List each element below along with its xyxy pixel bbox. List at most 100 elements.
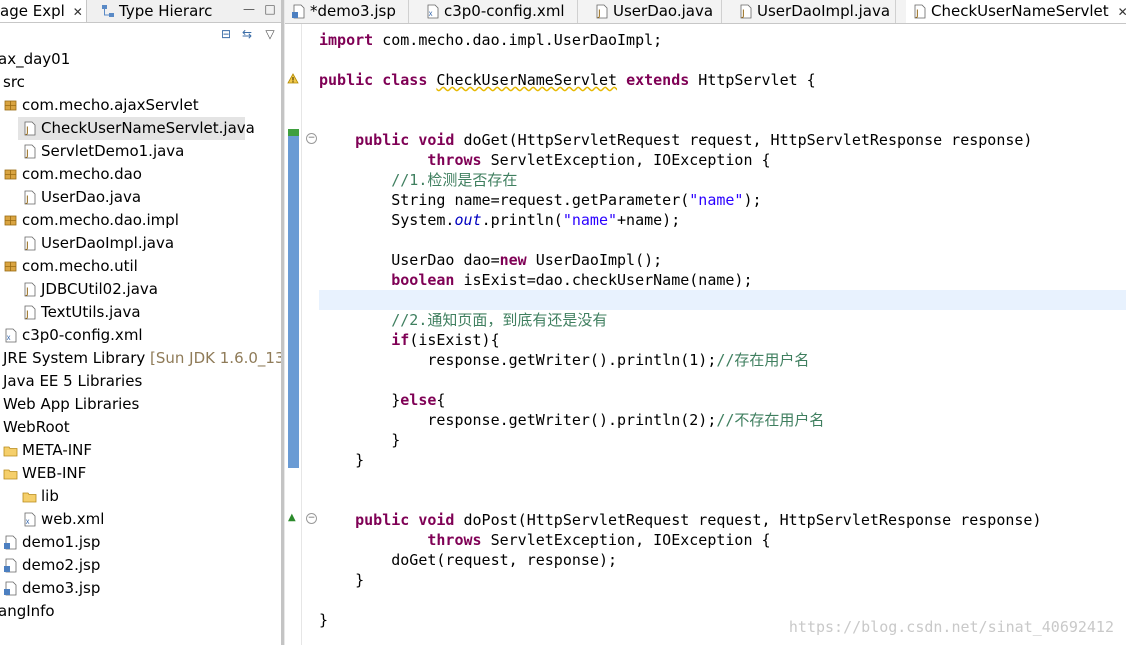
tree-item[interactable]: WEB-INF bbox=[0, 462, 281, 485]
close-icon[interactable]: ✕ bbox=[1118, 5, 1126, 19]
code-line[interactable]: if(isExist){ bbox=[319, 330, 1126, 350]
view-menu-icon[interactable]: ▽ bbox=[262, 27, 278, 41]
code-area[interactable]: import com.mecho.dao.impl.UserDaoImpl; pu… bbox=[319, 24, 1126, 645]
tree-item[interactable]: WebRoot bbox=[0, 416, 281, 439]
tree-item-label: angInfo bbox=[0, 602, 55, 620]
xml-file-icon: X bbox=[427, 4, 439, 19]
code-line[interactable]: import com.mecho.dao.impl.UserDaoImpl; bbox=[319, 30, 1126, 50]
code-line[interactable]: throws ServletException, IOException { bbox=[319, 530, 1126, 550]
tree-item[interactable]: src bbox=[0, 71, 281, 94]
java-file-icon: J bbox=[24, 282, 36, 297]
tree-item[interactable]: demo3.jsp bbox=[0, 577, 281, 600]
code-line[interactable]: public void doGet(HttpServletRequest req… bbox=[319, 130, 1126, 150]
tree-item[interactable]: J UserDaoImpl.java bbox=[0, 232, 281, 255]
code-line[interactable]: } bbox=[319, 570, 1126, 590]
tree-item[interactable]: com.mecho.util bbox=[0, 255, 281, 278]
code-line[interactable]: } bbox=[319, 450, 1126, 470]
tree-item[interactable]: com.mecho.dao bbox=[0, 163, 281, 186]
code-line[interactable] bbox=[319, 470, 1126, 490]
editor-tab-label: UserDaoImpl.java bbox=[757, 2, 891, 20]
keyword-token: extends bbox=[626, 71, 690, 89]
maximize-icon[interactable]: □ bbox=[262, 2, 278, 16]
string-token: "name" bbox=[562, 211, 618, 229]
editor-tab[interactable]: J UserDao.java bbox=[588, 0, 722, 23]
tree-item[interactable]: JRE System Library [Sun JDK 1.6.0_13] bbox=[0, 347, 281, 370]
collapse-icon[interactable]: − bbox=[306, 513, 317, 524]
tree-item[interactable]: Web App Libraries bbox=[0, 393, 281, 416]
tree-item[interactable]: ax_day01 bbox=[0, 48, 281, 71]
tree-item[interactable]: com.mecho.ajaxServlet bbox=[0, 94, 281, 117]
tree-item[interactable]: com.mecho.dao.impl bbox=[0, 209, 281, 232]
java-file-icon: J bbox=[914, 4, 926, 19]
tree-item[interactable]: J JDBCUtil02.java bbox=[0, 278, 281, 301]
comment-token: //不存在用户名 bbox=[716, 411, 825, 429]
code-line[interactable] bbox=[319, 50, 1126, 70]
tree-item[interactable]: Xweb.xml bbox=[0, 508, 281, 531]
code-line[interactable]: public class CheckUserNameServlet extend… bbox=[319, 70, 1126, 90]
editor-tab[interactable]: Xc3p0-config.xml bbox=[419, 0, 578, 23]
tree-item[interactable]: demo1.jsp bbox=[0, 531, 281, 554]
tree-item[interactable]: J CheckUserNameServlet.java bbox=[0, 117, 281, 140]
code-line[interactable]: response.getWriter().println(1);//存在用户名 bbox=[319, 350, 1126, 370]
editor-tab[interactable]: *demo3.jsp bbox=[285, 0, 409, 23]
current-code-line[interactable] bbox=[319, 290, 1126, 310]
code-line[interactable]: } bbox=[319, 430, 1126, 450]
code-line[interactable]: UserDao dao=new UserDaoImpl(); bbox=[319, 250, 1126, 270]
warning-icon[interactable] bbox=[287, 73, 299, 85]
code-line[interactable]: String name=request.getParameter("name")… bbox=[319, 190, 1126, 210]
code-line[interactable] bbox=[319, 370, 1126, 390]
editor-tab[interactable]: J CheckUserNameServlet ✕ bbox=[906, 0, 1126, 23]
tree-item[interactable]: lib bbox=[0, 485, 281, 508]
code-line[interactable]: //2.通知页面，到底有还是没有 bbox=[319, 310, 1126, 330]
link-with-editor-icon[interactable]: ⇆ bbox=[239, 27, 255, 41]
code-token: doGet(request, response); bbox=[319, 551, 618, 569]
svg-text:X: X bbox=[7, 335, 11, 342]
code-line[interactable]: response.getWriter().println(2);//不存在用户名 bbox=[319, 410, 1126, 430]
collapse-icon[interactable]: − bbox=[306, 133, 317, 144]
svg-text:J: J bbox=[741, 9, 745, 19]
close-icon[interactable]: ✕ bbox=[73, 5, 83, 19]
minimize-icon[interactable]: — bbox=[241, 2, 257, 16]
tree-item[interactable]: demo2.jsp bbox=[0, 554, 281, 577]
folder-icon bbox=[3, 446, 18, 457]
tree-item-label: demo1.jsp bbox=[22, 533, 101, 551]
code-token: String name=request.getParameter( bbox=[319, 191, 690, 209]
keyword-token: void bbox=[418, 131, 455, 149]
code-line[interactable]: public void doPost(HttpServletRequest re… bbox=[319, 510, 1126, 530]
code-line[interactable] bbox=[319, 590, 1126, 610]
code-line[interactable]: //1.检测是否存在 bbox=[319, 170, 1126, 190]
code-line[interactable]: }else{ bbox=[319, 390, 1126, 410]
code-line[interactable]: doGet(request, response); bbox=[319, 550, 1126, 570]
tree-item[interactable]: J ServletDemo1.java bbox=[0, 140, 281, 163]
collapse-all-icon[interactable]: ⊟ bbox=[218, 27, 234, 41]
svg-text:X: X bbox=[26, 519, 30, 526]
code-token: response.getWriter().println(1); bbox=[319, 351, 717, 369]
code-line[interactable]: System.out.println("name"+name); bbox=[319, 210, 1126, 230]
code-token: ServletException, IOException { bbox=[481, 531, 771, 549]
code-editor: *demo3.jsp Xc3p0-config.xml J UserDao.java J… bbox=[285, 0, 1126, 645]
code-line[interactable]: throws ServletException, IOException { bbox=[319, 150, 1126, 170]
tree-item[interactable]: angInfo bbox=[0, 600, 281, 623]
tree-item[interactable]: J TextUtils.java bbox=[0, 301, 281, 324]
tab-package-explorer[interactable]: age Expl ✕ bbox=[0, 0, 87, 22]
code-token: System. bbox=[319, 211, 455, 229]
code-line[interactable] bbox=[319, 110, 1126, 130]
tree-item[interactable]: J UserDao.java bbox=[0, 186, 281, 209]
tree-item[interactable]: Xc3p0-config.xml bbox=[0, 324, 281, 347]
code-line[interactable] bbox=[319, 90, 1126, 110]
code-line[interactable] bbox=[319, 230, 1126, 250]
code-token: } bbox=[319, 611, 329, 629]
code-line[interactable]: boolean isExist=dao.checkUserName(name); bbox=[319, 270, 1126, 290]
keyword-token: class bbox=[382, 71, 428, 89]
code-line[interactable] bbox=[319, 490, 1126, 510]
tree-item[interactable]: META-INF bbox=[0, 439, 281, 462]
tree-item-label: demo3.jsp bbox=[22, 579, 101, 597]
overview-ruler[interactable]: ▲ bbox=[285, 24, 302, 645]
jsp-file-icon bbox=[4, 581, 17, 596]
tab-type-hierarchy[interactable]: Type Hierarc bbox=[101, 0, 227, 22]
tree-item[interactable]: Java EE 5 Libraries bbox=[0, 370, 281, 393]
editor-tab[interactable]: J UserDaoImpl.java bbox=[732, 0, 896, 23]
tree-item-label: Web App Libraries bbox=[3, 395, 140, 413]
